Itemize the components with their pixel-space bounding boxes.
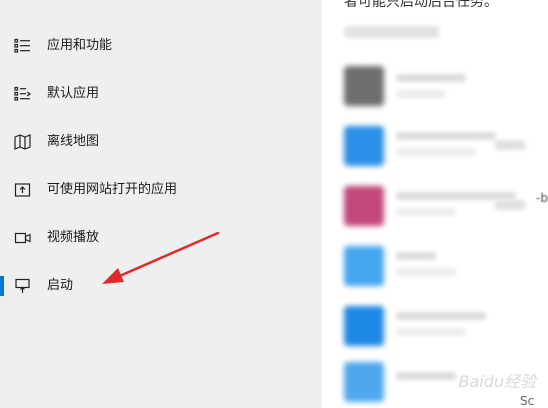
startup-icon <box>14 278 32 294</box>
app-name-edge: -b <box>536 191 548 205</box>
list-item[interactable] <box>344 246 544 290</box>
settings-sidebar: 应用和功能 默认应用 离线地图 可使用网站打开的应用 视频播放 启动 <box>0 0 322 408</box>
bottom-edge-text: Sc <box>520 394 535 408</box>
sidebar-item-label: 离线地图 <box>47 134 100 149</box>
watermark: Baidu经验 <box>458 372 536 391</box>
active-indicator <box>0 276 4 296</box>
toggle-switch[interactable] <box>494 200 526 210</box>
main-content: 者可能只启动后台任务。 -b Sc Baidu经验 <box>322 0 548 408</box>
startup-description: 者可能只启动后台任务。 <box>344 0 498 10</box>
list-item[interactable] <box>344 186 544 230</box>
sidebar-item-offline-maps[interactable]: 离线地图 <box>0 122 322 162</box>
sidebar-item-video-playback[interactable]: 视频播放 <box>0 218 322 258</box>
sidebar-item-apps-features[interactable]: 应用和功能 <box>0 26 322 66</box>
app-icon <box>344 66 384 106</box>
apps-list-icon <box>14 38 32 54</box>
sidebar-item-label: 应用和功能 <box>47 38 113 53</box>
sidebar-item-startup[interactable]: 启动 <box>0 266 322 306</box>
app-icon <box>344 126 384 166</box>
list-item[interactable] <box>344 66 544 110</box>
sidebar-item-label: 默认应用 <box>47 86 100 101</box>
toggle-switch[interactable] <box>494 140 526 150</box>
sidebar-item-label: 视频播放 <box>47 230 100 245</box>
list-item[interactable] <box>344 126 544 170</box>
list-item[interactable] <box>344 306 544 350</box>
sidebar-item-default-apps[interactable]: 默认应用 <box>0 74 322 114</box>
default-apps-icon <box>14 86 32 102</box>
sidebar-item-apps-for-websites[interactable]: 可使用网站打开的应用 <box>0 170 322 210</box>
app-icon <box>344 306 384 346</box>
open-website-icon <box>14 182 32 198</box>
sidebar-item-label: 可使用网站打开的应用 <box>47 182 178 197</box>
app-icon <box>344 246 384 286</box>
offline-map-icon <box>14 134 32 150</box>
video-icon <box>14 230 32 246</box>
sort-by-blurred <box>344 26 439 38</box>
app-icon <box>344 362 384 402</box>
app-icon <box>344 186 384 226</box>
sidebar-item-label: 启动 <box>47 278 74 293</box>
